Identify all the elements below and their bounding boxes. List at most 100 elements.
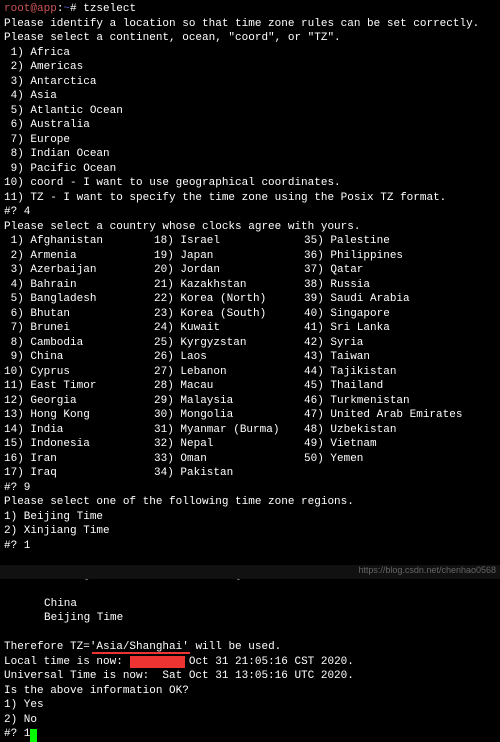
confirm-question: Is the above information OK? [4, 684, 496, 699]
country-option[interactable]: 41) Sri Lanka [304, 321, 454, 336]
countries-header: Please select a country whose clocks agr… [4, 220, 496, 235]
country-option[interactable]: 6) Bhutan [4, 307, 154, 322]
country-option[interactable]: 50) Yemen [304, 452, 454, 467]
country-row: 11) East Timor28) Macau45) Thailand [4, 379, 496, 394]
country-option[interactable]: 39) Saudi Arabia [304, 292, 454, 307]
continent-option[interactable]: 1) Africa [4, 46, 496, 61]
country-row: 16) Iran33) Oman50) Yemen [4, 452, 496, 467]
country-option[interactable]: 25) Kyrgyzstan [154, 336, 304, 351]
intro-2: Please select a continent, ocean, "coord… [4, 31, 496, 46]
country-option[interactable]: 38) Russia [304, 278, 454, 293]
country-row: 5) Bangladesh22) Korea (North)39) Saudi … [4, 292, 496, 307]
continent-option[interactable]: 6) Australia [4, 118, 496, 133]
region-option[interactable]: 1) Beijing Time [4, 510, 496, 525]
confirm-option[interactable]: 1) Yes [4, 698, 496, 713]
country-option[interactable]: 43) Taiwan [304, 350, 454, 365]
country-option[interactable]: 20) Jordan [154, 263, 304, 278]
country-option[interactable]: 17) Iraq [4, 466, 154, 481]
country-row: 10) Cyprus27) Lebanon44) Tajikistan [4, 365, 496, 380]
country-option[interactable]: 10) Cyprus [4, 365, 154, 380]
country-row: 3) Azerbaijan20) Jordan37) Qatar [4, 263, 496, 278]
country-option[interactable]: 47) United Arab Emirates [304, 408, 454, 423]
country-option[interactable]: 16) Iran [4, 452, 154, 467]
continent-option[interactable]: 8) Indian Ocean [4, 147, 496, 162]
country-option[interactable]: 19) Japan [154, 249, 304, 264]
country-option[interactable]: 1) Afghanistan [4, 234, 154, 249]
highlight-underline [92, 652, 190, 654]
country-row: 17) Iraq34) Pakistan [4, 466, 496, 481]
shell-prompt[interactable]: root@app:~# tzselect [4, 2, 496, 17]
country-option [304, 466, 454, 481]
country-option[interactable]: 14) India [4, 423, 154, 438]
country-option[interactable]: 23) Korea (South) [154, 307, 304, 322]
redaction-bar [130, 656, 185, 668]
country-option[interactable]: 40) Singapore [304, 307, 454, 322]
country-row: 7) Brunei24) Kuwait41) Sri Lanka [4, 321, 496, 336]
country-option[interactable]: 35) Palestine [304, 234, 454, 249]
country-row: 14) India31) Myanmar (Burma)48) Uzbekist… [4, 423, 496, 438]
country-row: 2) Armenia19) Japan36) Philippines [4, 249, 496, 264]
country-option[interactable]: 9) China [4, 350, 154, 365]
confirm-option[interactable]: 2) No [4, 713, 496, 728]
country-option[interactable]: 48) Uzbekistan [304, 423, 454, 438]
country-option[interactable]: 29) Malaysia [154, 394, 304, 409]
answer-confirm[interactable]: #? 1 [4, 727, 496, 742]
country-option[interactable]: 28) Macau [154, 379, 304, 394]
blank [4, 582, 496, 597]
country-row: 4) Bahrain21) Kazakhstan38) Russia [4, 278, 496, 293]
country-option[interactable]: 7) Brunei [4, 321, 154, 336]
country-option[interactable]: 34) Pakistan [154, 466, 304, 481]
continent-option[interactable]: 2) Americas [4, 60, 496, 75]
country-option[interactable]: 42) Syria [304, 336, 454, 351]
country-option[interactable]: 21) Kazakhstan [154, 278, 304, 293]
continent-option[interactable]: 5) Atlantic Ocean [4, 104, 496, 119]
country-option[interactable]: 3) Azerbaijan [4, 263, 154, 278]
country-option[interactable]: 27) Lebanon [154, 365, 304, 380]
country-row: 15) Indonesia32) Nepal49) Vietnam [4, 437, 496, 452]
given-tz: Beijing Time [4, 611, 496, 626]
country-option[interactable]: 11) East Timor [4, 379, 154, 394]
country-row: 8) Cambodia25) Kyrgyzstan42) Syria [4, 336, 496, 351]
country-row: 6) Bhutan23) Korea (South)40) Singapore [4, 307, 496, 322]
country-row: 9) China26) Laos43) Taiwan [4, 350, 496, 365]
country-option[interactable]: 24) Kuwait [154, 321, 304, 336]
country-option[interactable]: 45) Thailand [304, 379, 454, 394]
country-option[interactable]: 12) Georgia [4, 394, 154, 409]
intro-1: Please identify a location so that time … [4, 17, 496, 32]
country-option[interactable]: 49) Vietnam [304, 437, 454, 452]
given-country: China [4, 597, 496, 612]
answer-continent[interactable]: #? 4 [4, 205, 496, 220]
country-option[interactable]: 37) Qatar [304, 263, 454, 278]
region-option[interactable]: 2) Xinjiang Time [4, 524, 496, 539]
blank [4, 626, 496, 641]
country-option[interactable]: 2) Armenia [4, 249, 154, 264]
country-option[interactable]: 30) Mongolia [154, 408, 304, 423]
country-option[interactable]: 36) Philippines [304, 249, 454, 264]
country-option[interactable]: 32) Nepal [154, 437, 304, 452]
continent-option[interactable]: 7) Europe [4, 133, 496, 148]
continent-option[interactable]: 11) TZ - I want to specify the time zone… [4, 191, 496, 206]
tz-result: Therefore TZ='Asia/Shanghai' will be use… [4, 640, 496, 655]
prompt-user: root@app [4, 3, 57, 15]
country-option[interactable]: 15) Indonesia [4, 437, 154, 452]
continent-option[interactable]: 4) Asia [4, 89, 496, 104]
country-option[interactable]: 26) Laos [154, 350, 304, 365]
country-option[interactable]: 22) Korea (North) [154, 292, 304, 307]
country-option[interactable]: 44) Tajikistan [304, 365, 454, 380]
continent-option[interactable]: 3) Antarctica [4, 75, 496, 90]
answer-region[interactable]: #? 1 [4, 539, 496, 554]
country-option[interactable]: 4) Bahrain [4, 278, 154, 293]
continent-option[interactable]: 10) coord - I want to use geographical c… [4, 176, 496, 191]
answer-country[interactable]: #? 9 [4, 481, 496, 496]
country-option[interactable]: 31) Myanmar (Burma) [154, 423, 304, 438]
country-option[interactable]: 8) Cambodia [4, 336, 154, 351]
prompt-path: ~ [63, 3, 70, 15]
country-option[interactable]: 18) Israel [154, 234, 304, 249]
country-option[interactable]: 46) Turkmenistan [304, 394, 454, 409]
country-row: 13) Hong Kong30) Mongolia47) United Arab… [4, 408, 496, 423]
country-option[interactable]: 13) Hong Kong [4, 408, 154, 423]
continent-option[interactable]: 9) Pacific Ocean [4, 162, 496, 177]
regions-header: Please select one of the following time … [4, 495, 496, 510]
country-option[interactable]: 33) Oman [154, 452, 304, 467]
country-option[interactable]: 5) Bangladesh [4, 292, 154, 307]
